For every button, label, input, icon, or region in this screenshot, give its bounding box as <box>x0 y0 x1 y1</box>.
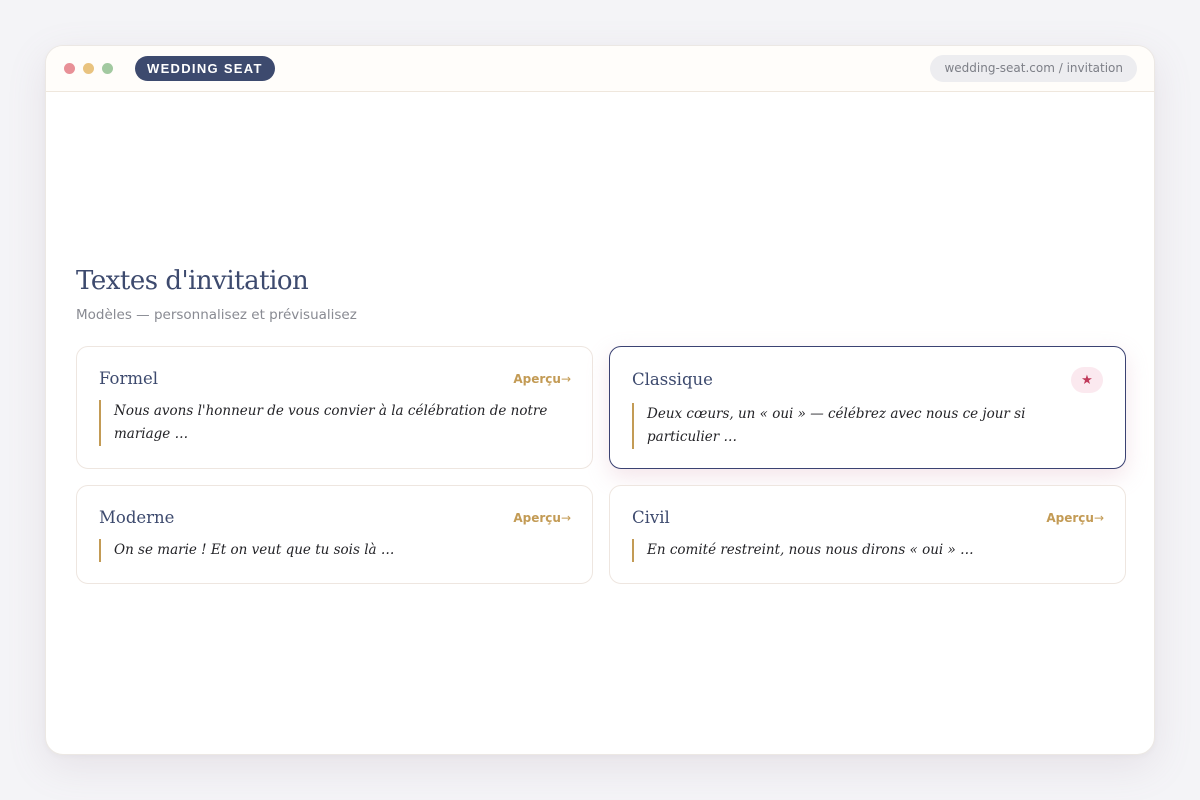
preview-link-label: Aperçu <box>513 511 561 525</box>
arrow-right-icon: → <box>1093 511 1104 525</box>
preview-link-label: Aperçu <box>1046 511 1094 525</box>
template-card-classique[interactable]: Classique ★ Deux cœurs, un « oui » — cél… <box>609 346 1126 469</box>
page-subtitle: Modèles — personnalisez et prévisualisez <box>76 307 357 323</box>
template-excerpt: En comité restreint, nous nous dirons « … <box>632 539 1095 562</box>
page-title: Textes d'invitation <box>76 266 309 296</box>
template-name: Moderne <box>99 508 175 527</box>
maximize-window-dot[interactable] <box>102 63 113 74</box>
template-excerpt: On se marie ! Et on veut que tu sois là … <box>99 539 562 562</box>
browser-window: WEDDING SEAT wedding-seat.com / invitati… <box>45 45 1155 755</box>
arrow-right-icon: → <box>560 372 571 386</box>
preview-link[interactable]: Aperçu→ <box>513 372 571 386</box>
template-name: Civil <box>632 508 670 527</box>
template-card-civil[interactable]: Civil Aperçu→ En comité restreint, nous … <box>609 485 1126 584</box>
brand-badge: WEDDING SEAT <box>135 56 275 81</box>
arrow-right-icon: → <box>560 511 571 525</box>
preview-link[interactable]: Aperçu→ <box>1046 511 1104 525</box>
title-bar: WEDDING SEAT wedding-seat.com / invitati… <box>46 46 1154 92</box>
preview-link-label: Aperçu <box>513 372 561 386</box>
template-excerpt: Deux cœurs, un « oui » — célébrez avec n… <box>632 403 1095 449</box>
template-excerpt: Nous avons l'honneur de vous convier à l… <box>99 400 562 446</box>
template-name: Formel <box>99 369 159 388</box>
preview-link[interactable]: Aperçu→ <box>513 511 571 525</box>
template-name: Classique <box>632 370 713 389</box>
url-bar[interactable]: wedding-seat.com / invitation <box>930 55 1137 82</box>
template-card-moderne[interactable]: Moderne Aperçu→ On se marie ! Et on veut… <box>76 485 593 584</box>
minimize-window-dot[interactable] <box>83 63 94 74</box>
star-icon: ★ <box>1071 367 1103 393</box>
close-window-dot[interactable] <box>64 63 75 74</box>
template-card-formel[interactable]: Formel Aperçu→ Nous avons l'honneur de v… <box>76 346 593 469</box>
